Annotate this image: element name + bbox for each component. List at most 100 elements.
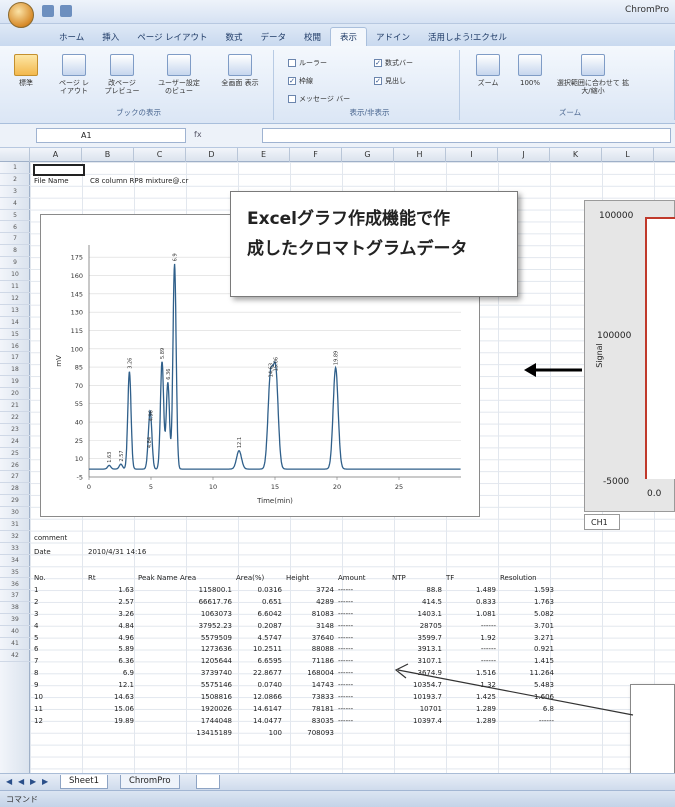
row-header[interactable]: 34: [0, 555, 30, 567]
tab-insert[interactable]: 挿入: [93, 28, 128, 46]
row-header[interactable]: 3: [0, 186, 30, 198]
row-header[interactable]: 14: [0, 317, 30, 329]
table-cell: 1403.1: [417, 609, 443, 618]
next-sheet-icon[interactable]: ▶: [30, 777, 36, 786]
row-header[interactable]: 21: [0, 400, 30, 412]
column-header-b[interactable]: B: [82, 148, 134, 162]
tab-data[interactable]: データ: [251, 28, 295, 46]
gridlines-checkbox[interactable]: ✓ 枠線: [288, 76, 313, 86]
row-header[interactable]: 29: [0, 495, 30, 508]
column-header-h[interactable]: H: [394, 148, 446, 162]
column-header-c[interactable]: C: [134, 148, 186, 162]
column-header-a[interactable]: A: [30, 148, 82, 162]
row-header[interactable]: 17: [0, 352, 30, 365]
chrompro-chart-window[interactable]: 100000 100000 -5000 0.0 Signal: [584, 200, 675, 512]
fx-icon[interactable]: fx: [190, 128, 250, 143]
row-header[interactable]: 8: [0, 245, 30, 258]
row-header[interactable]: 2: [0, 174, 30, 186]
formula-input[interactable]: [262, 128, 671, 143]
zoom-100-button[interactable]: 100%: [512, 54, 548, 87]
row-header[interactable]: 32: [0, 531, 30, 543]
row-header[interactable]: 23: [0, 424, 30, 436]
custom-views-button[interactable]: ユーザー設定 のビュー: [154, 54, 204, 95]
save-icon[interactable]: [42, 5, 54, 17]
ruler-checkbox[interactable]: ルーラー: [288, 58, 327, 68]
tab-addins[interactable]: アドイン: [367, 28, 419, 46]
row-header[interactable]: 31: [0, 519, 30, 531]
active-cell-a1[interactable]: [33, 164, 85, 176]
message-bar-checkbox[interactable]: メッセージ バー: [288, 94, 350, 104]
row-header[interactable]: 28: [0, 483, 30, 496]
row-header[interactable]: 36: [0, 579, 30, 591]
column-header-k[interactable]: K: [550, 148, 602, 162]
tab-formulas[interactable]: 数式: [216, 28, 251, 46]
row-header[interactable]: 42: [0, 650, 30, 662]
tab-page-layout[interactable]: ページ レイアウト: [128, 28, 216, 46]
zoom-button[interactable]: ズーム: [470, 54, 506, 87]
column-header-j[interactable]: J: [498, 148, 550, 162]
row-header[interactable]: 13: [0, 305, 30, 317]
tab-view[interactable]: 表示: [330, 27, 368, 46]
row-header[interactable]: 19: [0, 376, 30, 389]
row-header[interactable]: 11: [0, 281, 30, 293]
row-header[interactable]: 26: [0, 460, 30, 472]
row-header[interactable]: 41: [0, 638, 30, 650]
formula-bar-checkbox[interactable]: ✓ 数式バー: [374, 58, 413, 68]
first-sheet-icon[interactable]: ◀: [6, 777, 12, 786]
row-header[interactable]: 16: [0, 341, 30, 353]
table-total-cell: 13415189: [196, 728, 232, 737]
name-box[interactable]: A1: [36, 128, 186, 143]
row-header[interactable]: 40: [0, 626, 30, 638]
row-header[interactable]: 6: [0, 222, 30, 234]
row-header[interactable]: 7: [0, 233, 30, 246]
ribbon: 標準 ページ レイアウト 改ページ プレビュー ユーザー設定 のビュー 全画面 …: [0, 46, 675, 124]
row-header[interactable]: 1: [0, 162, 30, 174]
last-sheet-icon[interactable]: ▶: [42, 777, 48, 786]
undo-icon[interactable]: [60, 5, 72, 17]
page-break-preview-button[interactable]: 改ページ プレビュー: [104, 54, 140, 95]
row-header[interactable]: 24: [0, 436, 30, 448]
row-header[interactable]: 37: [0, 590, 30, 603]
row-header[interactable]: 4: [0, 198, 30, 210]
normal-view-button[interactable]: 標準: [8, 54, 44, 87]
zoom-to-selection-button[interactable]: 選択範囲に合わせて 拡大/縮小: [554, 54, 632, 95]
row-header[interactable]: 35: [0, 567, 30, 579]
column-header-d[interactable]: D: [186, 148, 238, 162]
table-cell: 1920026: [200, 704, 232, 713]
row-header[interactable]: 30: [0, 507, 30, 519]
row-header[interactable]: 33: [0, 543, 30, 555]
column-header-f[interactable]: F: [290, 148, 342, 162]
tab-excel-tips[interactable]: 活用しよう!エクセル: [419, 28, 516, 46]
full-screen-button[interactable]: 全画面 表示: [218, 54, 262, 87]
row-header[interactable]: 38: [0, 602, 30, 615]
office-button[interactable]: [8, 2, 34, 28]
prev-sheet-icon[interactable]: ◀: [18, 777, 24, 786]
row-header[interactable]: 27: [0, 471, 30, 484]
select-all-corner[interactable]: [0, 148, 30, 162]
sheet-tab-chrompro[interactable]: ChromPro: [120, 775, 180, 789]
tab-review[interactable]: 校閲: [295, 28, 330, 46]
row-header[interactable]: 18: [0, 364, 30, 377]
row-header[interactable]: 20: [0, 388, 30, 400]
table-cell: 1063073: [200, 609, 232, 618]
row-header[interactable]: 12: [0, 293, 30, 305]
sheet-tab-sheet1[interactable]: Sheet1: [60, 775, 108, 789]
column-header-g[interactable]: G: [342, 148, 394, 162]
row-header[interactable]: 39: [0, 614, 30, 627]
column-header-l[interactable]: L: [602, 148, 654, 162]
tab-home[interactable]: ホーム: [50, 28, 93, 46]
row-header[interactable]: 5: [0, 210, 30, 222]
row-header[interactable]: 10: [0, 269, 30, 281]
table-cell: ------: [338, 657, 354, 666]
row-header[interactable]: 15: [0, 329, 30, 341]
row-header[interactable]: 25: [0, 448, 30, 460]
page-layout-view-button[interactable]: ページ レイアウト: [56, 54, 92, 95]
row-header[interactable]: 22: [0, 412, 30, 424]
new-sheet-tab[interactable]: [196, 775, 220, 789]
ch1-tab[interactable]: CH1: [584, 514, 620, 530]
column-header-e[interactable]: E: [238, 148, 290, 162]
y-axis-label: mV: [55, 355, 63, 367]
headings-checkbox[interactable]: ✓ 見出し: [374, 76, 406, 86]
row-header[interactable]: 9: [0, 257, 30, 270]
column-header-i[interactable]: I: [446, 148, 498, 162]
